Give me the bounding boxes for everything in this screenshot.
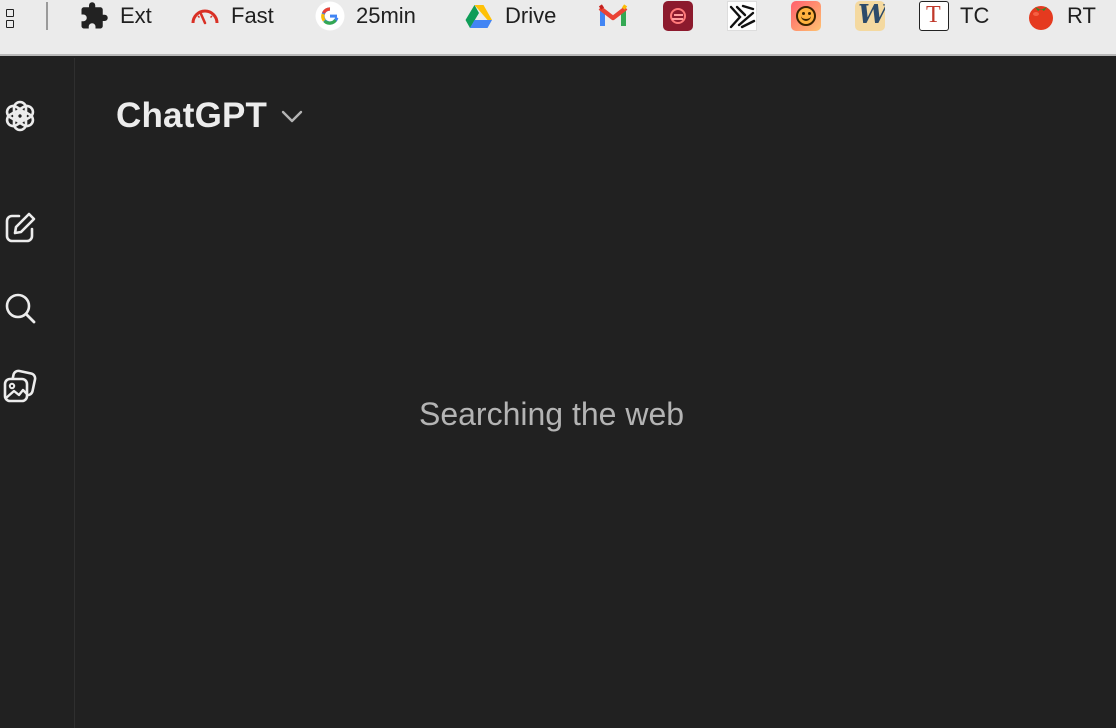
w-letter-icon: W [855,1,885,31]
bookmark-label: RT [1067,3,1096,28]
red-app-icon [663,1,693,31]
bookmark-red-app[interactable] [663,0,693,32]
bookmark-label: Ext [120,3,152,28]
t-letter: T [926,2,941,28]
new-chat-icon [5,212,36,243]
bookmark-25min[interactable]: 25min [315,0,416,32]
scribble-icon [727,1,757,31]
chevron-down-icon [281,110,303,123]
bookmark-label: 25min [356,3,416,28]
search-icon [5,293,36,324]
bookmark-ext[interactable]: Ext [79,0,152,32]
google-drive-icon [465,5,492,28]
apps-grid-icon[interactable] [3,7,17,31]
tomato-icon [1029,6,1053,30]
left-sidebar-rail [0,58,75,728]
bookmark-drive[interactable]: Drive [464,0,556,32]
new-chat-button[interactable] [0,206,42,250]
search-chats-button[interactable] [0,286,42,330]
t-letter-icon: T [919,1,949,31]
google-icon [315,1,345,31]
speedometer-icon [191,9,219,25]
chatgpt-logo-icon [5,100,35,132]
w-letter: W [858,1,885,30]
bookmark-gmail[interactable] [598,0,628,32]
bookmark-label: Drive [505,3,557,28]
bookmarks-bar: Ext Fast 25min Drive W T TC RT [0,0,1116,56]
model-name: ChatGPT [116,96,268,135]
smiley-icon [791,1,821,31]
gmail-icon [598,4,628,26]
bookmark-w[interactable]: W [855,0,885,32]
search-status-text: Searching the web [418,396,685,432]
bookmark-tc[interactable]: T TC [919,0,989,32]
bookmark-label: TC [960,3,990,28]
model-selector[interactable]: ChatGPT [116,94,305,138]
bookmark-label: Fast [231,3,274,28]
chatgpt-logo-button[interactable] [0,94,42,138]
bookmark-fast[interactable]: Fast [190,0,274,32]
bookmark-rt[interactable]: RT [1026,0,1096,32]
puzzle-icon [81,2,108,29]
bookmark-smiley[interactable] [791,0,821,32]
bookmarks-separator [46,2,48,30]
bookmark-scribble[interactable] [727,0,757,32]
